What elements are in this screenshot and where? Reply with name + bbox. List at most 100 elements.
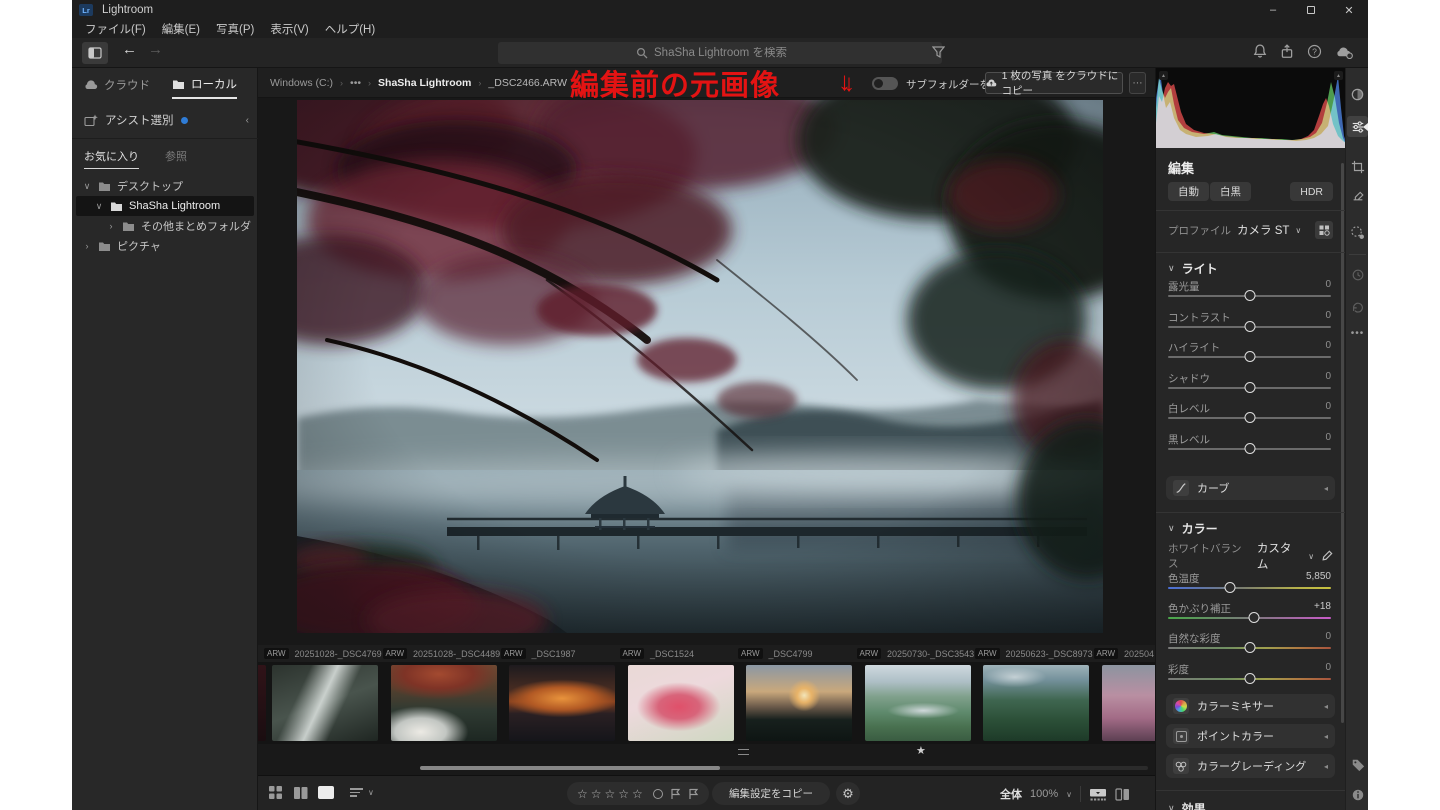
color-mixer-button[interactable]: カラーミキサー ◂ [1166,694,1335,718]
thumbnail-4[interactable] [628,665,734,741]
compare-view-icon[interactable] [1115,788,1130,801]
info-button[interactable] [1349,786,1366,803]
thumbnail-5[interactable] [746,665,852,741]
chevron-down-icon[interactable]: ∨ [1295,226,1301,235]
color-section-header[interactable]: ∨ カラー [1168,520,1218,537]
histogram[interactable]: ▲ ▲ [1156,68,1345,148]
assist-culling-row[interactable]: アシスト選別 ‹ [84,110,249,130]
more-tools-button[interactable]: ••• [1349,325,1366,342]
breadcrumb-ellipsis[interactable]: ••• [350,77,361,89]
effects-section-header[interactable]: ∨ 効果 [1168,800,1206,810]
tree-item-desktop[interactable]: ∨ デスクトップ [72,176,258,196]
thumbnail-1[interactable] [272,665,378,741]
grid-view-icon[interactable] [268,785,283,800]
highlight-clipping-icon[interactable]: ▲ [1334,71,1343,80]
light-section-header[interactable]: ∨ ライト [1168,260,1218,277]
chevron-right-icon[interactable]: › [106,221,116,231]
slider-knob[interactable] [1244,321,1255,332]
zoom-percent[interactable]: 100% [1030,788,1058,800]
two-up-view-icon[interactable] [293,786,308,800]
menu-file[interactable]: ファイル(F) [77,21,154,37]
back-button[interactable]: ← [122,41,137,58]
cloud-status-icon[interactable] [1335,45,1354,59]
tree-item-pictures[interactable]: › ピクチャ [72,236,258,256]
settings-gear-button[interactable]: ⚙ [836,782,860,805]
detail-view-icon[interactable] [318,786,334,799]
eyedropper-icon[interactable] [1320,550,1333,563]
include-subfolders-toggle[interactable] [872,77,898,90]
breadcrumb-drive[interactable]: Windows (C:) [270,77,333,89]
hdr-button[interactable]: HDR [1290,182,1333,201]
slider-knob[interactable] [1244,673,1255,684]
slider-track[interactable] [1168,678,1331,680]
crop-tool-button[interactable] [1349,158,1366,175]
copy-to-cloud-button[interactable]: 1 枚の写真 をクラウドにコピー [985,72,1123,94]
masking-tool-button[interactable] [1349,224,1366,241]
forward-button[interactable]: → [148,41,163,58]
tab-cloud[interactable]: クラウド [84,77,150,98]
star-rating[interactable]: ☆☆☆☆☆ [577,787,646,801]
keywords-button[interactable] [1349,756,1366,773]
close-button[interactable]: ✕ [1330,0,1368,20]
tab-local[interactable]: ローカル [172,76,237,99]
slider-track[interactable] [1168,617,1331,619]
main-photo[interactable] [297,100,1103,633]
thumbnail-2[interactable] [391,665,497,741]
collapse-sidebar-icon[interactable]: ‹ [246,115,249,126]
breadcrumb-folder[interactable]: ShaSha Lightroom [378,77,471,89]
slider-knob[interactable] [1244,382,1255,393]
history-button[interactable] [1349,266,1366,283]
point-color-button[interactable]: ポイントカラー ◂ [1166,724,1335,748]
search-bar[interactable] [498,42,942,64]
slider-knob[interactable] [1244,351,1255,362]
share-icon[interactable] [1280,44,1294,59]
pick-flag-icon[interactable] [670,788,681,800]
slider-track[interactable] [1168,587,1331,589]
curve-button[interactable]: カーブ ◂ [1166,476,1335,500]
wb-value[interactable]: カスタム [1257,540,1302,572]
bw-button[interactable]: 白黒 [1210,182,1251,201]
thumbnail-8-partial[interactable] [1102,665,1156,741]
zoom-fit-label[interactable]: 全体 [1000,786,1022,802]
menu-help[interactable]: ヘルプ(H) [317,21,383,37]
healing-tool-button[interactable] [1349,186,1366,203]
chevron-down-icon[interactable]: ∨ [82,181,92,192]
slider-track[interactable] [1168,448,1331,450]
slider-knob[interactable] [1244,642,1255,653]
thumbnail-3[interactable] [509,665,615,741]
slider-track[interactable] [1168,326,1331,328]
browse-profiles-button[interactable] [1315,221,1333,239]
more-options-button[interactable]: ⋯ [1129,72,1146,94]
slider-knob[interactable] [1244,290,1255,301]
presets-button[interactable] [1349,86,1366,103]
slider-track[interactable] [1168,647,1331,649]
reject-flag-icon[interactable] [688,788,699,800]
thumbnail-7[interactable] [983,665,1089,741]
chevron-right-icon[interactable]: › [82,241,92,251]
color-grading-button[interactable]: カラーグレーディング ◂ [1166,754,1335,778]
shadow-clipping-icon[interactable]: ▲ [1159,71,1168,80]
filter-button[interactable] [932,46,945,58]
breadcrumb-file[interactable]: _DSC2466.ARW [488,77,567,89]
tree-item-other-folder[interactable]: › その他まとめフォルダ [72,216,258,236]
slider-track[interactable] [1168,387,1331,389]
slider-knob[interactable] [1224,582,1235,593]
sort-button[interactable]: ∨ [350,786,374,799]
panel-toggle-button[interactable] [82,42,108,64]
copy-edit-settings-button[interactable]: 編集設定をコピー [712,782,830,805]
slider-knob[interactable] [1244,443,1255,454]
color-label-circle-icon[interactable] [653,789,663,799]
slider-track[interactable] [1168,295,1331,297]
help-icon[interactable]: ? [1307,44,1322,59]
thumbnail-partial-left[interactable] [258,665,266,741]
minimize-button[interactable]: – [1254,0,1292,20]
search-input[interactable] [654,47,804,59]
slider-knob[interactable] [1249,612,1260,623]
chevron-down-icon[interactable]: ∨ [94,201,104,212]
filmstrip-resize-handle[interactable] [738,749,749,755]
menu-edit[interactable]: 編集(E) [154,21,208,37]
filmstrip-scrollbar-thumb[interactable] [420,766,720,770]
tab-browse[interactable]: 参照 [165,148,187,169]
auto-button[interactable]: 自動 [1168,182,1209,201]
slider-track[interactable] [1168,356,1331,358]
